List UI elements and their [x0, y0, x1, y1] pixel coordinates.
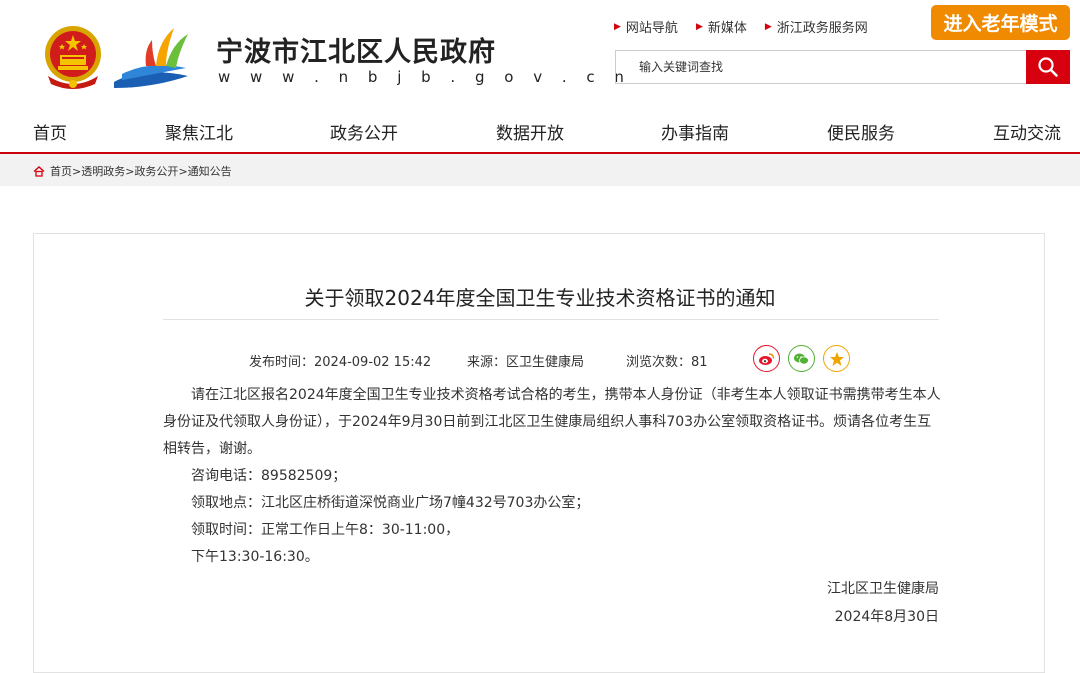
publish-time: 发布时间：2024-09-02 15:42: [249, 355, 432, 370]
article-date: 2024年8月30日: [834, 609, 939, 625]
nav-gov-affairs[interactable]: 政务公开: [330, 119, 398, 144]
home-icon: [33, 165, 45, 177]
nav-open-data[interactable]: 数据开放: [496, 119, 564, 144]
share-wechat-button[interactable]: [788, 345, 815, 372]
weibo-icon: [759, 352, 775, 365]
top-link-site-nav[interactable]: ▶ 网站导航: [614, 17, 678, 36]
article-paragraph: 请在江北区报名2024年度全国卫生专业技术资格考试合格的考生，携带本人身份证（非…: [163, 387, 941, 457]
nav-home[interactable]: 首页: [33, 119, 67, 144]
breadcrumb-notices[interactable]: 通知公告: [188, 163, 232, 179]
top-links: ▶ 网站导航 ▶ 新媒体 ▶ 浙江政务服务网: [614, 17, 886, 36]
wechat-icon: [794, 353, 809, 364]
triangle-right-icon: ▶: [614, 21, 621, 32]
top-link-label: 浙江政务服务网: [776, 21, 868, 36]
site-header: 宁波市江北区人民政府 w w w . n b j b . g o v . c n…: [0, 0, 1080, 104]
contact-phone: 咨询电话：89582509；: [191, 468, 347, 484]
pickup-location: 领取地点：江北区庄桥街道深悦商业广场7幢432号703办公室；: [191, 495, 590, 511]
nav-public-services[interactable]: 便民服务: [827, 119, 895, 144]
article-signature: 江北区卫生健康局: [827, 581, 939, 597]
title-divider: [163, 319, 939, 320]
article-source: 来源：区卫生健康局: [467, 355, 585, 370]
breadcrumb-transparent-gov[interactable]: 透明政务: [81, 163, 125, 179]
star-icon: [829, 351, 844, 366]
breadcrumb-separator: >: [72, 164, 82, 178]
triangle-right-icon: ▶: [695, 21, 703, 32]
nav-interaction[interactable]: 互动交流: [993, 119, 1061, 144]
top-link-zj-service[interactable]: ▶ 浙江政务服务网: [765, 17, 868, 36]
main-nav: 首页 聚焦江北 政务公开 数据开放 办事指南 便民服务 互动交流: [0, 108, 1080, 152]
site-url: w w w . n b j b . g o v . c n: [218, 68, 632, 86]
search-box: [615, 50, 1027, 84]
share-weibo-button[interactable]: [753, 345, 780, 372]
breadcrumb-home[interactable]: 首页: [50, 163, 72, 179]
search-input[interactable]: [637, 59, 1021, 75]
breadcrumb-gov-affairs[interactable]: 政务公开: [134, 163, 178, 179]
search-button[interactable]: [1026, 50, 1070, 84]
top-link-label: 新媒体: [707, 21, 747, 36]
top-link-new-media[interactable]: ▶ 新媒体: [696, 17, 747, 36]
nav-service-guide[interactable]: 办事指南: [661, 119, 729, 144]
site-name[interactable]: 宁波市江北区人民政府: [216, 30, 496, 69]
triangle-right-icon: ▶: [764, 21, 772, 32]
search-icon: [1038, 57, 1058, 77]
favorite-button[interactable]: [823, 345, 850, 372]
view-count: 浏览次数：81: [626, 355, 708, 370]
elder-mode-button[interactable]: 进入老年模式: [931, 5, 1070, 40]
national-emblem-icon: [40, 22, 106, 92]
breadcrumb-separator: >: [125, 164, 135, 178]
breadcrumb-separator: >: [178, 164, 188, 178]
article-body: 请在江北区报名2024年度全国卫生专业技术资格考试合格的考生，携带本人身份证（非…: [163, 382, 943, 571]
article-title: 关于领取2024年度全国卫生专业技术资格证书的通知: [304, 286, 776, 310]
jiangbei-logo-icon: [112, 22, 190, 92]
pickup-time-afternoon: 下午13:30-16:30。: [191, 549, 319, 565]
pickup-time-morning: 领取时间：正常工作日上午8：30-11:00，: [191, 522, 460, 538]
nav-focus-jiangbei[interactable]: 聚焦江北: [165, 119, 233, 144]
top-link-label: 网站导航: [625, 21, 678, 36]
breadcrumb: 首页 > 透明政务 > 政务公开 > 通知公告: [33, 163, 232, 179]
